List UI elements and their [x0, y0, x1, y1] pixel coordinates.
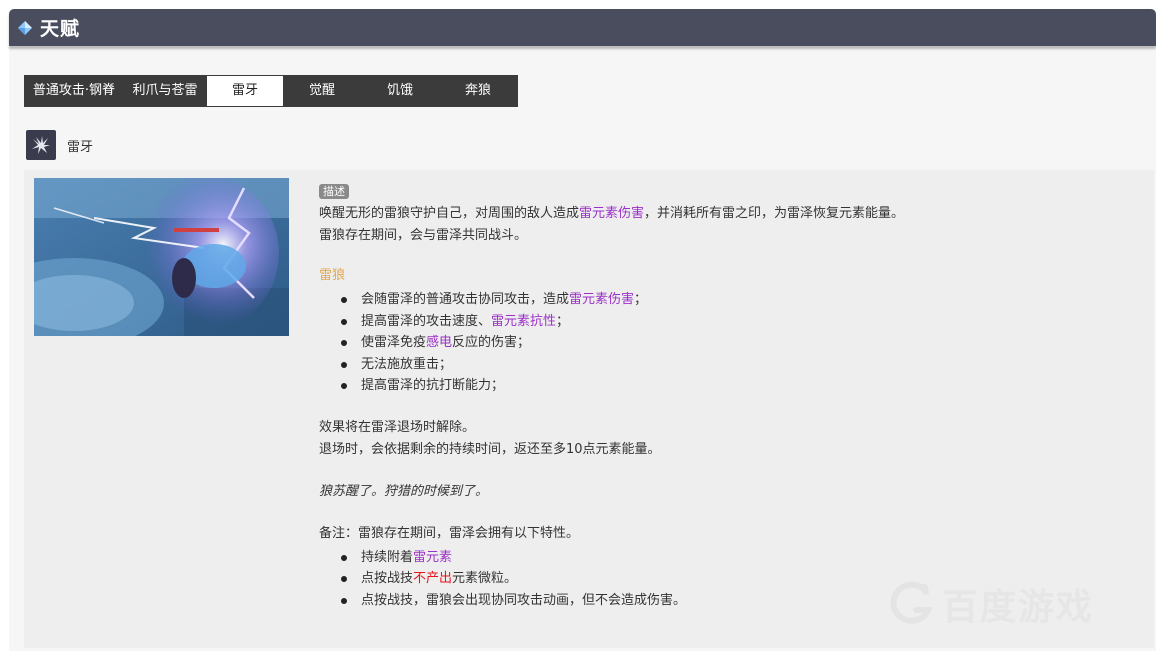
tab-hunger[interactable]: 饥饿 — [361, 76, 439, 106]
end-line-1: 效果将在雷泽退场时解除。 — [319, 419, 476, 435]
watermark: 百度游戏 — [888, 578, 1094, 630]
tab-awakening[interactable]: 觉醒 — [283, 76, 361, 106]
end-line-2: 退场时，会依据剩余的持续时间，返还至多10点元素能量。 — [319, 441, 661, 457]
section-header: 天赋 — [9, 9, 1156, 46]
description-line-1: 唤醒无形的雷狼守护自己，对周围的敌人造成雷元素伤害，并消耗所有雷之印，为雷泽恢复… — [319, 206, 905, 221]
electro-res-link[interactable]: 雷元素抗性 — [491, 314, 556, 329]
flavor-quote: 狼苏醒了。狩猎的时候到了。 — [319, 483, 489, 499]
skill-name: 雷牙 — [67, 139, 94, 155]
skill-preview-image — [34, 178, 289, 336]
skill-tabs: 普通攻击·钢脊 利爪与苍雷 雷牙 觉醒 饥饿 奔狼 — [24, 75, 518, 107]
tab-wolvensprint[interactable]: 奔狼 — [439, 76, 517, 106]
baidu-game-logo-icon — [890, 581, 933, 624]
electro-link[interactable]: 雷元素 — [413, 550, 452, 565]
section-title: 天赋 — [40, 18, 81, 40]
skill-detail-panel: 描述 唤醒无形的雷狼守护自己，对周围的敌人造成雷元素伤害，并消耗所有雷之印，为雷… — [24, 170, 1154, 648]
description-badge: 描述 — [319, 184, 349, 199]
list-item: 会随雷泽的普通攻击协同攻击，造成雷元素伤害； — [341, 289, 1139, 311]
wolf-effects-list: 会随雷泽的普通攻击协同攻击，造成雷元素伤害； 提高雷泽的攻击速度、雷元素抗性； … — [319, 289, 1139, 397]
electro-dmg-link[interactable]: 雷元素伤害 — [579, 206, 644, 221]
tab-claw-and-thunder[interactable]: 利爪与苍雷 — [123, 76, 207, 106]
skill-heading: 雷牙 — [26, 130, 93, 160]
wolf-claw-icon — [26, 130, 56, 160]
diamond-icon — [18, 20, 32, 35]
watermark-text: 百度游戏 — [942, 587, 1095, 628]
list-item: 无法施放重击； — [341, 354, 1139, 376]
tab-lightning-fang[interactable]: 雷牙 — [207, 76, 283, 106]
description-line-2: 雷狼存在期间，会与雷泽共同战斗。 — [319, 228, 528, 243]
list-item: 提高雷泽的抗打断能力； — [341, 375, 1139, 397]
wolf-subtitle: 雷狼 — [319, 268, 346, 283]
note-line: 备注：雷狼存在期间，雷泽会拥有以下特性。 — [319, 525, 580, 541]
list-item: 提高雷泽的攻击速度、雷元素抗性； — [341, 311, 1139, 333]
skill-description: 描述 唤醒无形的雷狼守护自己，对周围的敌人造成雷元素伤害，并消耗所有雷之印，为雷… — [319, 181, 1139, 611]
tab-normal-attack[interactable]: 普通攻击·钢脊 — [25, 76, 123, 106]
no-particles-text: 不产出 — [413, 571, 453, 586]
electro-dmg-link[interactable]: 雷元素伤害 — [569, 292, 634, 307]
list-item: 持续附着雷元素 — [341, 547, 1139, 569]
electro-charged-link[interactable]: 感电 — [426, 335, 452, 350]
list-item: 使雷泽免疫感电反应的伤害； — [341, 332, 1139, 354]
